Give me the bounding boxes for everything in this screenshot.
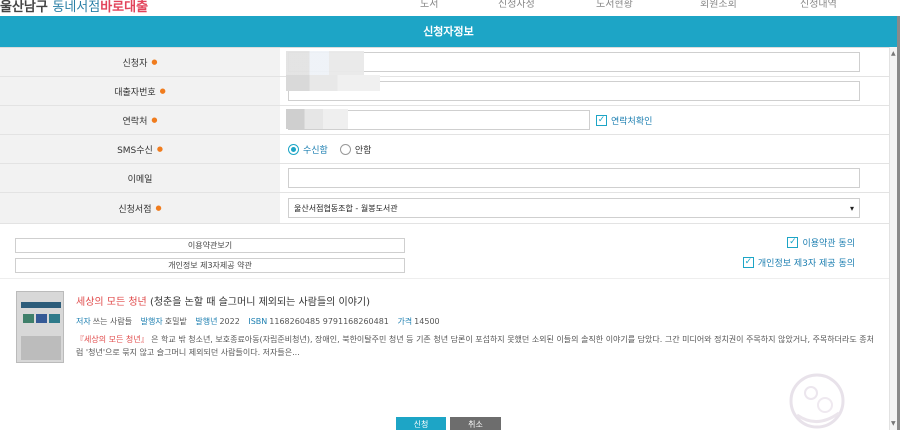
loan-number-label: 대출자번호 ● (0, 77, 280, 105)
radio-unselected-icon (339, 143, 351, 155)
book-subtitle: (청춘을 논할 때 슬그머니 제외되는 사람들의 이야기) (149, 297, 371, 308)
site-logo[interactable]: 울산남구 동네서점바로대출 (0, 0, 148, 15)
book-publisher: 호밀밭 (164, 317, 187, 326)
book-author: 쓰는 사람들 (92, 317, 133, 326)
book-meta: 저자 쓰는 사람들 발행자 호밀밭 발행년 2022 ISBN 1168260485 9… (76, 316, 440, 327)
redacted-contact (286, 109, 348, 129)
required-dot-icon: ● (151, 58, 158, 66)
required-dot-icon: ● (156, 145, 163, 153)
nav-item-1[interactable]: 도서 (420, 0, 438, 10)
sms-cell: 수신함 안함 (280, 135, 889, 163)
book-info: 세상의 모든 청년 (청춘을 논할 때 슬그머니 제외되는 사람들의 이야기) … (0, 279, 897, 379)
applicant-row: 신청자 ● (0, 48, 889, 91)
terms-agree-label: 이용약관 동의 (802, 239, 855, 249)
email-row: 이메일 (0, 164, 889, 193)
bookstore-selected-value: 울산서점협동조합 - 월봉도서관 (294, 203, 398, 213)
bookstore-cell: 울산서점협동조합 - 월봉도서관 ▾ (280, 193, 889, 223)
sms-radio-no[interactable]: 안함 (339, 143, 371, 156)
logo-text-2: 동네서점 (52, 0, 101, 15)
publisher-key: 발행자 (140, 317, 163, 326)
applicant-input[interactable] (288, 52, 860, 72)
terms-agree-checkbox[interactable]: ✓ 이용약관 동의 (787, 236, 855, 249)
email-input[interactable] (288, 168, 860, 188)
contact-confirm-checkbox[interactable]: ✓ 연락처확인 (596, 114, 652, 127)
contact-confirm-label: 연락처확인 (611, 116, 653, 127)
required-dot-icon: ● (159, 87, 166, 95)
nav-item-2[interactable]: 신청자정 (498, 0, 535, 10)
bookstore-row: 신청서점 ● 울산서점협동조합 - 월봉도서관 ▾ (0, 193, 889, 224)
loan-number-cell (280, 75, 889, 105)
checkbox-checked-icon: ✓ (787, 237, 799, 248)
privacy-agree-checkbox[interactable]: ✓ 개인정보 제3자 제공 동의 (742, 256, 855, 269)
sms-row: SMS수신 ● 수신함 안함 (0, 135, 889, 164)
contact-label: 연락처 ● (0, 106, 280, 134)
agreement-section: 이용약관보기 개인정보 제3자제공 약관 ✓ 이용약관 동의 ✓ 개인정보 제3… (0, 224, 897, 279)
background-page-header: 울산남구 동네서점바로대출 도서 신청자정 도서현황 회원조회 신청내역 (0, 0, 900, 16)
checkbox-checked-icon: ✓ (596, 114, 607, 126)
price-key: 가격 (397, 317, 413, 326)
applicant-info-modal: 신청자정보 신청자 ● 대출자번호 ● 연락처 ● ✓ 연락처확인 SMS수신 … (0, 16, 897, 430)
book-title: 세상의 모든 청년 (청춘을 논할 때 슬그머니 제외되는 사람들의 이야기) (76, 293, 370, 308)
nav-item-5[interactable]: 신청내역 (800, 0, 837, 10)
email-label: 이메일 (0, 164, 280, 192)
isbn-key: ISBN (248, 317, 268, 326)
required-dot-icon: ● (151, 116, 158, 124)
book-desc-text: 은 학교 밖 청소년, 보호종료아동(자립준비청년), 장애인, 북한이탈주민 … (76, 335, 874, 357)
checkbox-checked-icon: ✓ (742, 257, 754, 268)
book-year: 2022 (219, 317, 240, 326)
modal-title: 신청자정보 (0, 16, 897, 47)
required-dot-icon: ● (155, 204, 162, 212)
book-cover-image (16, 291, 64, 363)
email-cell (280, 164, 889, 192)
modal-scrollbar[interactable]: ▲ ▼ (889, 47, 897, 430)
radio-selected-icon (288, 143, 299, 155)
apply-button[interactable]: 신청 (396, 417, 446, 430)
book-desc-title: 『세상의 모든 청년』 (76, 335, 149, 344)
bookstore-select[interactable]: 울산서점협동조합 - 월봉도서관 ▾ (288, 198, 860, 218)
loan-number-row: 대출자번호 ● (0, 75, 889, 106)
district-mascot-watermark-icon (789, 373, 845, 429)
scroll-up-icon[interactable]: ▲ (891, 50, 896, 57)
sms-radio-yes[interactable]: 수신함 (288, 143, 328, 156)
nav-item-4[interactable]: 회원조회 (700, 0, 737, 10)
book-price: 14500 (414, 317, 440, 326)
book-description: 『세상의 모든 청년』 은 학교 밖 청소년, 보호종료아동(자립준비청년), … (76, 333, 876, 359)
nav-item-3[interactable]: 도서현황 (596, 0, 633, 10)
contact-cell: ✓ 연락처확인 (280, 106, 889, 134)
applicant-form: 신청자 ● 대출자번호 ● 연락처 ● ✓ 연락처확인 SMS수신 ● 수신함 … (0, 47, 889, 224)
chevron-down-icon: ▾ (849, 203, 854, 213)
privacy-agree-label: 개인정보 제3자 제공 동의 (757, 259, 855, 269)
year-key: 발행년 (195, 317, 218, 326)
book-isbn: 1168260485 9791168260481 (269, 317, 389, 326)
scroll-down-icon[interactable]: ▼ (891, 420, 896, 427)
bookstore-label: 신청서점 ● (0, 193, 280, 223)
terms-view-button[interactable]: 이용약관보기 (15, 238, 405, 253)
author-key: 저자 (76, 317, 91, 326)
modal-body: 신청자 ● 대출자번호 ● 연락처 ● ✓ 연락처확인 SMS수신 ● 수신함 … (0, 47, 897, 430)
cancel-button[interactable]: 취소 (450, 417, 501, 430)
sms-label: SMS수신 ● (0, 135, 280, 163)
contact-row: 연락처 ● ✓ 연락처확인 (0, 106, 889, 135)
privacy-view-button[interactable]: 개인정보 제3자제공 약관 (15, 258, 405, 273)
logo-text-1: 울산남구 (0, 0, 48, 15)
logo-text-3: 바로대출 (100, 0, 149, 15)
redacted-loan-number (286, 75, 380, 91)
applicant-label: 신청자 ● (0, 48, 280, 76)
applicant-cell (280, 48, 889, 91)
book-title-main: 세상의 모든 청년 (76, 297, 147, 308)
modal-footer: 신청 취소 (0, 414, 889, 430)
